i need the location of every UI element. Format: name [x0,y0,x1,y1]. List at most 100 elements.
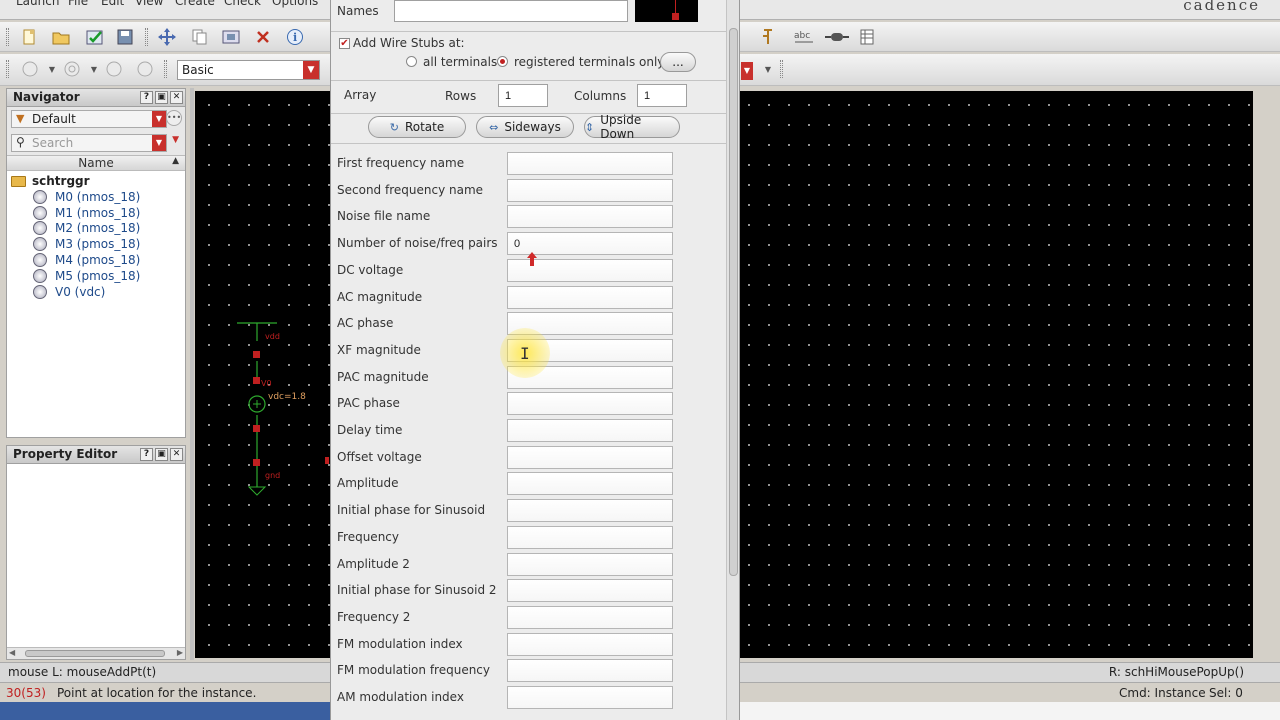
names-input[interactable] [394,0,628,22]
sideways-button[interactable]: ⇔ Sideways [476,116,574,138]
menu-check[interactable]: Check [224,0,261,8]
close-icon[interactable]: ✕ [170,91,183,104]
float-icon[interactable]: ▣ [155,91,168,104]
property-input[interactable] [507,419,673,442]
stretch-icon[interactable] [221,27,241,47]
property-label: Delay time [337,423,403,437]
property-input[interactable] [507,392,673,416]
tree-item[interactable]: M5 (pmos_18) [11,268,185,284]
property-input[interactable] [507,152,673,175]
property-label: PAC magnitude [337,369,429,384]
columns-input[interactable] [637,84,687,107]
vdd-label: vdd [265,332,280,341]
tree-item[interactable]: M0 (nmos_18) [11,189,185,205]
copy-icon[interactable] [190,27,210,47]
help-icon[interactable]: ? [140,91,153,104]
instance-icon [33,253,47,268]
delete-icon[interactable] [253,27,273,47]
horizontal-scrollbar[interactable]: ◀ ▶ [7,647,185,659]
property-label: Initial phase for Sinusoid 2 [337,583,497,598]
menu-view[interactable]: View [135,0,163,8]
chevron-down-icon[interactable]: ▼ [741,62,753,80]
property-input[interactable] [507,659,673,683]
chevron-down-icon[interactable]: ▼ [152,135,166,151]
chevron-down-icon[interactable]: ▼ [84,59,104,79]
navigator-title: Navigator [13,90,80,104]
prompt-message: Point at location for the instance. [57,686,257,700]
rotate-button-label: Rotate [404,120,445,134]
search-icon: ⚲ [16,135,25,149]
more-button[interactable]: ... [660,52,696,72]
tree-root[interactable]: schtrggr [11,173,185,189]
menu-create[interactable]: Create [175,0,215,8]
wire-stubs-checkbox[interactable]: ✔ [339,38,350,49]
close-icon[interactable]: ✕ [170,448,183,461]
snap-mode-icon[interactable] [62,59,82,79]
grid-mode-icon[interactable] [104,59,124,79]
wire-name-icon[interactable] [825,27,849,47]
scrollbar-thumb[interactable] [729,28,738,576]
pin-icon[interactable] [758,27,778,47]
menu-file[interactable]: File [68,0,88,8]
property-input[interactable] [507,552,673,576]
scroll-right-icon[interactable]: ▶ [177,648,183,657]
property-input[interactable] [507,285,673,309]
search-options-icon[interactable]: ▼ [172,135,179,145]
navigator-search-input[interactable]: ⚲ Search ▼ [11,134,167,152]
tree-item[interactable]: M1 (nmos_18) [11,205,185,221]
cadence-logo: cadence [1183,0,1260,14]
new-file-icon[interactable] [19,27,39,47]
float-icon[interactable]: ▣ [155,448,168,461]
property-input[interactable] [507,178,673,202]
property-input[interactable] [507,605,673,629]
chevron-down-icon[interactable]: ▼ [152,111,166,127]
property-input[interactable] [507,686,673,709]
property-input[interactable] [507,499,673,523]
zoom-mode-icon[interactable] [135,59,155,79]
property-input[interactable] [507,579,673,603]
upside-down-button-label: Upside Down [600,113,642,141]
rotate-button[interactable]: ↻ Rotate [368,116,466,138]
property-input[interactable] [507,632,673,656]
more-options-icon[interactable]: ••• [166,110,182,126]
rows-input[interactable] [498,84,548,107]
vdc-label: vdc=1.8 [268,392,306,402]
property-label: Initial phase for Sinusoid [337,503,486,518]
navigator-filter-select[interactable]: ▼ Default ▼ [11,110,167,128]
property-input[interactable] [507,472,673,496]
property-input[interactable] [507,525,673,549]
dialog-vertical-scrollbar[interactable] [726,0,739,720]
workspace-select[interactable]: Basic ▼ [177,60,320,80]
tree-item[interactable]: V0 (vdc) [11,284,185,300]
tree-item[interactable]: M4 (pmos_18) [11,252,185,268]
property-label: Frequency 2 [337,609,411,624]
check-save-icon[interactable] [85,27,105,47]
menu-launch[interactable]: Launch [16,0,59,8]
column-header-name[interactable]: Name ▲ [7,155,185,171]
property-input[interactable] [507,445,673,469]
upside-down-button[interactable]: ⇕ Upside Down [584,113,680,141]
table-icon[interactable] [857,27,877,47]
scroll-left-icon[interactable]: ◀ [9,648,15,657]
chevron-down-icon[interactable]: ▼ [758,59,778,79]
open-folder-icon[interactable] [51,27,71,47]
abc-label-icon[interactable]: abc [792,27,816,47]
scrollbar-thumb[interactable] [25,650,165,657]
menu-options[interactable]: Options [272,0,318,8]
info-icon[interactable]: i [285,27,305,47]
menu-edit[interactable]: Edit [101,0,124,8]
tree-item[interactable]: M3 (pmos_18) [11,236,185,252]
property-input[interactable] [507,205,673,229]
radio-registered-terminals[interactable] [497,56,508,67]
chevron-down-icon[interactable]: ▼ [42,59,62,79]
help-icon[interactable]: ? [140,448,153,461]
radio-all-terminals[interactable] [406,56,417,67]
move-icon[interactable] [157,27,177,47]
chevron-down-icon[interactable]: ▼ [303,61,319,79]
tree-item[interactable]: M2 (nmos_18) [11,221,185,237]
select-mode-icon[interactable] [20,59,40,79]
navigator-tree: schtrggr M0 (nmos_18) M1 (nmos_18) M2 (n… [7,171,185,300]
tree-root-label: schtrggr [32,174,90,188]
save-icon[interactable] [115,27,135,47]
navigator-panel: Navigator ? ▣ ✕ ▼ Default ▼ ••• ⚲ Search… [6,88,186,438]
